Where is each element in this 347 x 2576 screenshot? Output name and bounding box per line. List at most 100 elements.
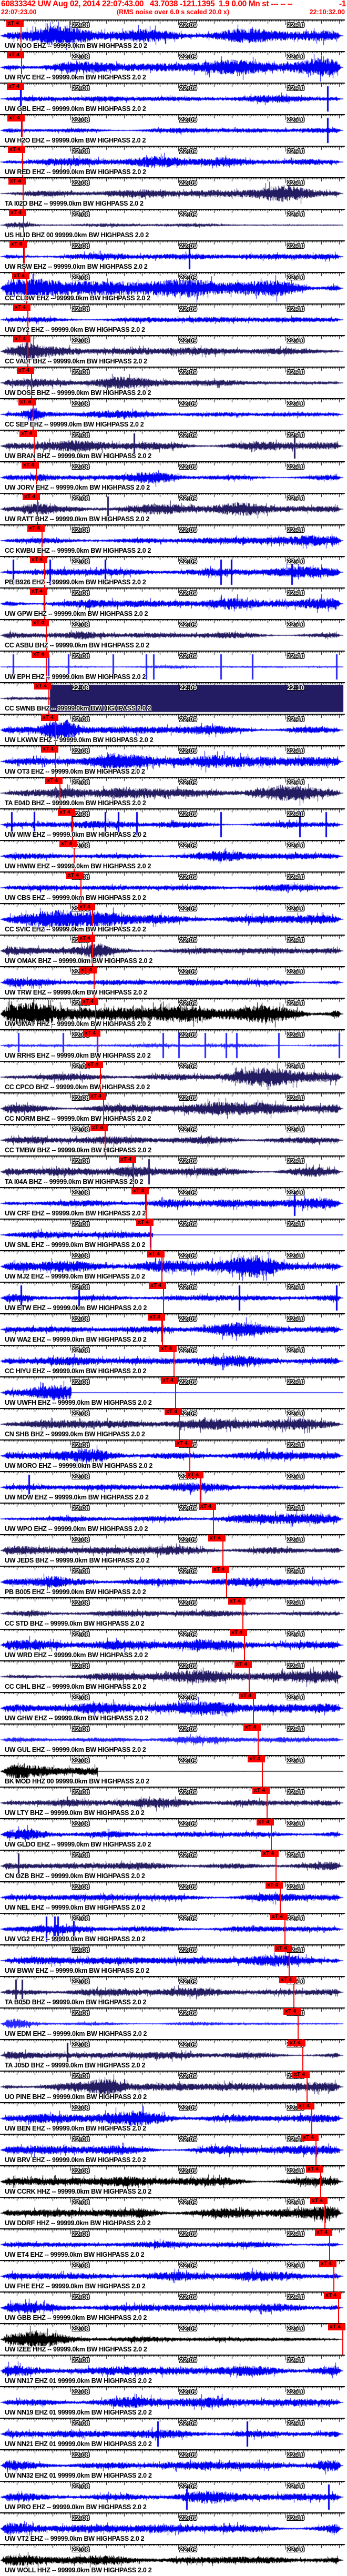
trace-row[interactable]: xT 4 UW CBS EHZ -- 99999.0km BW HIGHPASS… [0, 871, 347, 903]
trace-row[interactable]: xT 4 UW WPO EHZ -- 99999.0km BW HIGHPASS… [0, 1503, 347, 1534]
trace-row[interactable]: xT 4 UW DOSE BHZ -- 99999.0km BW HIGHPAS… [0, 367, 347, 398]
trace-row[interactable]: xT 4 UW NOO EHZ -- 99999.0km BW HIGHPASS… [0, 19, 347, 51]
pick-flag[interactable]: xT 4 [257, 1819, 274, 1825]
pick-flag[interactable]: xT 4 [324, 2292, 341, 2299]
pick-flag[interactable]: xT 4 [30, 588, 47, 595]
trace-row[interactable]: xT 4 CC VALT BHZ -- 99999.0km BW HIGHPAS… [0, 335, 347, 367]
trace-row[interactable]: xT 4 UW ETW EHZ -- 99999.0km BW HIGHPASS… [0, 1282, 347, 1313]
trace-row[interactable]: UW VT2 EHZ -- 99999.0km BW HIGHPASS 2.0 … [0, 2512, 347, 2544]
trace-row[interactable]: xT 4 UW SNL EHZ -- 99999.0km BW HIGHPASS… [0, 1219, 347, 1250]
pick-flag[interactable]: xT 4 [159, 1345, 177, 1352]
pick-flag[interactable]: xT 4 [315, 2229, 332, 2236]
pick-flag[interactable]: xT 4 [9, 209, 26, 216]
pick-flag[interactable]: xT 4 [234, 1661, 252, 1668]
trace-row[interactable]: xT 4 CN SHB BHZ -- 99999.0km BW HIGHPASS… [0, 1408, 347, 1439]
trace-row[interactable]: xT 4 US HLID BHZ 00 99999.0km BW HIGHPAS… [0, 209, 347, 240]
pick-flag[interactable]: xT 4 [86, 1061, 103, 1068]
trace-row[interactable]: xT 4 CN OZB BHZ -- 99999.0km BW HIGHPASS… [0, 1850, 347, 1881]
pick-flag[interactable]: xT 4 [239, 1692, 256, 1699]
trace-row[interactable]: xT 4 BK MOD HHZ 00 99999.0km BW HIGHPASS… [0, 1755, 347, 1787]
trace-row[interactable]: xT 4 CC HIYU EHZ -- 99999.0km BW HIGHPAS… [0, 1345, 347, 1376]
trace-row[interactable]: xT 4 UW BRV EHZ -- 99999.0km BW HIGHPASS… [0, 2134, 347, 2165]
pick-flag[interactable]: xT 4 [306, 2166, 323, 2173]
pick-flag[interactable]: xT 4 [8, 146, 25, 153]
trace-row[interactable]: xT 4 CC CLDW EHZ -- 99999.0km BW HIGHPAS… [0, 272, 347, 303]
pick-flag[interactable]: xT 4 [297, 2103, 314, 2110]
pick-flag[interactable]: xT 4 [261, 1850, 279, 1857]
pick-flag[interactable]: xT 4 [22, 462, 39, 469]
trace-row[interactable]: xT 4 CC STD BHZ -- 99999.0km BW HIGHPASS… [0, 1597, 347, 1629]
trace-row[interactable]: xT 4 UW GLDO EHZ -- 99999.0km BW HIGHPAS… [0, 1818, 347, 1850]
pick-flag[interactable]: xT 4 [34, 683, 52, 689]
trace-row[interactable]: xT 4 UW JORV EHZ -- 99999.0km BW HIGHPAS… [0, 461, 347, 493]
trace-row[interactable]: xT 4 UW UWFH EHZ -- 99999.0km BW HIGHPAS… [0, 1376, 347, 1408]
pick-flag[interactable]: xT 4 [45, 777, 63, 784]
pick-flag[interactable]: xT 4 [79, 967, 97, 973]
pick-flag[interactable]: xT 4 [147, 1251, 165, 1257]
trace-row[interactable]: xT 4 UW GBB EHZ -- 99999.0km BW HIGHPASS… [0, 2291, 347, 2323]
pick-flag[interactable]: xT 4 [41, 746, 58, 753]
trace-row[interactable]: xT 4 UW UMAT HHZ -- 99999.0km BW HIGHPAS… [0, 998, 347, 1029]
trace-row[interactable]: xT 4 UW RATT BHZ -- 99999.0km BW HIGHPAS… [0, 493, 347, 524]
trace-row[interactable]: xT 4 UW GHW EHZ -- 99999.0km BW HIGHPASS… [0, 1692, 347, 1723]
trace-row[interactable]: xT 4 UW MDW EHZ -- 99999.0km BW HIGHPASS… [0, 1471, 347, 1503]
trace-row[interactable]: xT 4 UW H2O EHZ -- 99999.0km BW HIGHPASS… [0, 114, 347, 146]
pick-flag[interactable]: xT 4 [186, 1472, 203, 1478]
trace-row[interactable]: UW NN19 EHZ 01 99999.0km BW HIGHPASS 2.0… [0, 2386, 347, 2418]
trace-row[interactable]: xT 4 UO PINE BHZ -- 99999.0km BW HIGHPAS… [0, 2071, 347, 2102]
trace-row[interactable]: xT 4 CC SVIC EHZ -- 99999.0km BW HIGHPAS… [0, 903, 347, 935]
pick-flag[interactable]: xT 4 [41, 714, 58, 721]
pick-flag[interactable]: xT 4 [148, 1314, 165, 1321]
trace-row[interactable]: xT 4 UW CCRK HHZ -- 99999.0km BW HIGHPAS… [0, 2165, 347, 2197]
trace-row[interactable]: xT 4 PB B005 EHZ -- 99999.0km BW HIGHPAS… [0, 1566, 347, 1597]
pick-flag[interactable]: xT 4 [83, 1030, 100, 1037]
trace-row[interactable]: UW NN17 EHZ 01 99999.0km BW HIGHPASS 2.0… [0, 2355, 347, 2386]
trace-row[interactable]: xT 4 UW RED EHZ -- 99999.0km BW HIGHPASS… [0, 146, 347, 177]
pick-flag[interactable]: xT 4 [208, 1535, 226, 1541]
trace-row[interactable]: xT 4 UW EPH EHZ -- 99999.0km BW HIGHPASS… [0, 651, 347, 682]
trace-row[interactable]: UW NN32 EHZ 01 99999.0km BW HIGHPASS 2.0… [0, 2449, 347, 2481]
pick-flag[interactable]: xT 4 [78, 935, 95, 942]
pick-flag[interactable]: xT 4 [266, 1882, 283, 1889]
trace-row[interactable]: xT 4 PB B926 EHZ -- 99999.0km BW HIGHPAS… [0, 556, 347, 587]
pick-flag[interactable]: xT 4 [81, 998, 98, 1005]
pick-flag[interactable]: xT 4 [319, 2260, 336, 2267]
pick-flag[interactable]: xT 4 [252, 1787, 270, 1794]
pick-flag[interactable]: xT 4 [230, 1629, 247, 1636]
trace-row[interactable]: xT 4 UW OT3 EHZ -- 99999.0km BW HIGHPASS… [0, 745, 347, 777]
pick-flag[interactable]: xT 4 [6, 20, 24, 27]
pick-flag[interactable]: xT 4 [27, 525, 45, 532]
pick-flag[interactable]: xT 4 [283, 2008, 301, 2015]
pick-flag[interactable]: xT 4 [8, 178, 26, 185]
pick-flag[interactable]: xT 4 [279, 1976, 297, 1983]
pick-flag[interactable]: xT 4 [161, 1377, 178, 1384]
pick-flag[interactable]: xT 4 [18, 399, 36, 405]
trace-row[interactable]: xT 4 CC ASBU BHZ -- 99999.0km BW HIGHPAS… [0, 619, 347, 651]
trace-row[interactable]: xT 4 UW WA2 EHZ -- 99999.0km BW HIGHPASS… [0, 1313, 347, 1345]
trace-row[interactable]: xT 4 UW BRAN BHZ -- 99999.0km BW HIGHPAS… [0, 430, 347, 461]
pick-flag[interactable]: xT 4 [136, 1219, 154, 1226]
pick-flag[interactable]: xT 4 [328, 2324, 345, 2330]
trace-row[interactable]: xT 4 UW VG2 EHZ -- 99999.0km BW HIGHPASS… [0, 1913, 347, 1944]
pick-flag[interactable]: xT 4 [17, 367, 34, 374]
pick-flag[interactable]: xT 4 [7, 115, 25, 121]
pick-flag[interactable]: xT 4 [13, 304, 30, 311]
trace-row[interactable]: xT 4 TA I02D BHZ -- 99999.0km BW HIGHPAS… [0, 177, 347, 209]
trace-row[interactable]: xT 4 UW MJ2 EHZ -- 99999.0km BW HIGHPASS… [0, 1250, 347, 1282]
trace-row[interactable]: xT 4 UW LTY BHZ -- 99999.0km BW HIGHPASS… [0, 1787, 347, 1818]
pick-flag[interactable]: xT 4 [301, 2134, 319, 2141]
trace-row[interactable]: xT 4 UW NEL EHZ -- 99999.0km BW HIGHPASS… [0, 1881, 347, 1913]
pick-flag[interactable]: xT 4 [175, 1440, 192, 1447]
pick-flag[interactable]: xT 4 [30, 556, 47, 563]
pick-flag[interactable]: xT 4 [270, 1913, 288, 1920]
trace-row[interactable]: xT 4 TA E04D BHZ -- 99999.0km BW HIGHPAS… [0, 777, 347, 808]
pick-flag[interactable]: xT 4 [90, 1124, 108, 1131]
trace-row[interactable]: xT 4 TA I04A BHZ -- 99999.0km BW HIGHPAS… [0, 1155, 347, 1187]
pick-flag[interactable]: xT 4 [59, 840, 77, 847]
pick-flag[interactable]: xT 4 [58, 809, 75, 816]
pick-flag[interactable]: xT 4 [288, 2040, 305, 2046]
trace-row[interactable]: xT 4 UW DDRF HHZ -- 99999.0km BW HIGHPAS… [0, 2197, 347, 2228]
pick-flag[interactable]: xT 4 [32, 620, 49, 626]
trace-row[interactable]: xT 4 CC SWNB BHZ -- 99999.0km BW HIGHPAS… [0, 682, 347, 714]
pick-flag[interactable]: xT 4 [89, 1093, 106, 1100]
